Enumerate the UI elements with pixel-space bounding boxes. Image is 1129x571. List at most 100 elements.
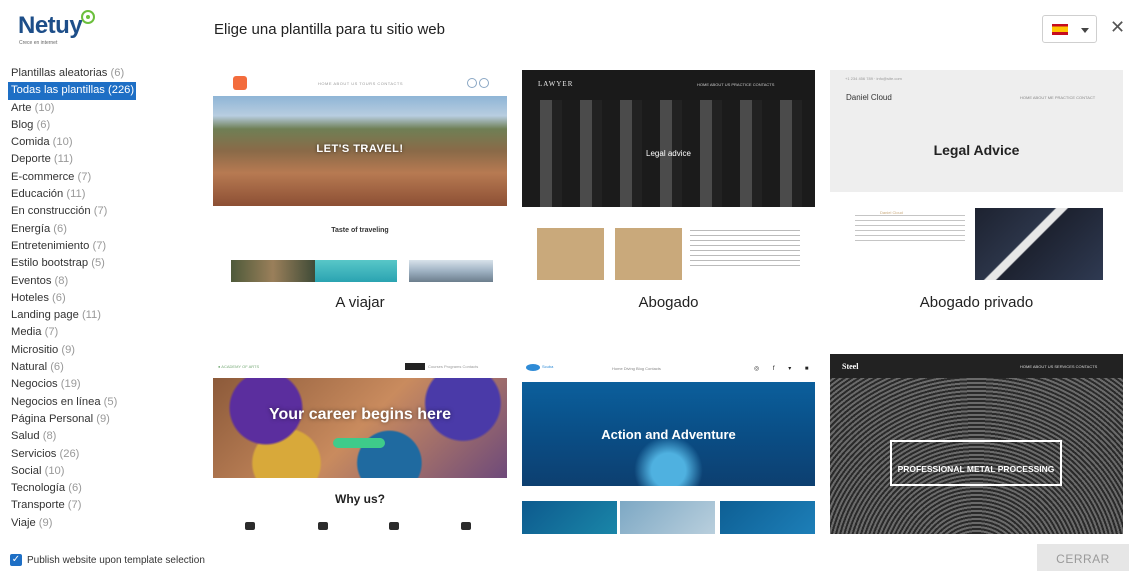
template-name[interactable]: Abogado privado (830, 294, 1123, 311)
category-list: Plantillas aleatorias (6) Todas las plant… (8, 65, 198, 532)
template-card-travel[interactable]: HOME ABOUT US TOURS CONTACTS LET'S TRAVE… (213, 70, 507, 284)
category-label: E-commerce (11, 170, 75, 183)
template-nav-links: Courses Programs Contacts (428, 364, 479, 369)
category-label: Eventos (11, 274, 52, 287)
category-item[interactable]: Todas las plantillas (226) (8, 82, 136, 100)
category-item[interactable]: Blog (6) (8, 117, 198, 134)
category-label: Entretenimiento (11, 239, 90, 252)
category-count: (5) (91, 257, 105, 270)
category-label: Salud (11, 430, 40, 443)
dialog-title: Elige una plantilla para tu sitio web (214, 21, 445, 38)
template-brand: Daniel Cloud (846, 93, 892, 102)
category-count: (7) (67, 499, 82, 512)
category-item[interactable]: Micrositio (9) (8, 342, 198, 359)
category-label: Media (11, 326, 42, 339)
category-count: (5) (103, 395, 118, 408)
category-label: En construcción (11, 205, 91, 218)
category-item[interactable]: Viaje (9) (8, 515, 198, 532)
category-item[interactable]: Arte (10) (8, 100, 198, 117)
category-item[interactable]: Comida (10) (8, 134, 198, 151)
category-count: (6) (36, 118, 51, 131)
template-nav-active (405, 363, 425, 370)
category-item[interactable]: Página Personal (9) (8, 411, 198, 428)
category-item[interactable]: Eventos (8) (8, 273, 198, 290)
category-item[interactable]: Social (10) (8, 463, 198, 480)
feature-icon (245, 522, 255, 530)
category-item[interactable]: Servicios (26) (8, 446, 198, 463)
template-subtitle: Taste of traveling (331, 227, 389, 234)
publish-label: Publish website upon template selection (27, 554, 205, 566)
netuy-logo: Netuy Crece en internet (18, 10, 108, 50)
category-count: (9) (38, 516, 53, 529)
category-label: Página Personal (11, 412, 94, 425)
category-count: (11) (66, 188, 86, 201)
template-name[interactable]: A viajar (213, 294, 507, 311)
category-item[interactable]: Deporte (11) (8, 151, 198, 168)
template-brand: Steel (842, 362, 859, 371)
close-icon[interactable]: ✕ (1110, 18, 1125, 36)
template-photo (231, 260, 315, 282)
category-count: (10) (52, 136, 73, 149)
close-button[interactable]: CERRAR (1037, 544, 1129, 571)
logo-tagline: Crece en internet (19, 40, 58, 46)
category-item[interactable]: Negocios (19) (8, 376, 198, 393)
category-label: Negocios (11, 378, 58, 391)
template-hero-title: Legal Advice (933, 142, 1020, 158)
template-nav: ● ACADEMY OF ARTS Courses Programs Conta… (213, 356, 507, 378)
template-card-steel[interactable]: Steel HOME ABOUT US SERVICES CONTACTS PR… (830, 354, 1123, 534)
category-item[interactable]: Energía (6) (8, 221, 198, 238)
category-item[interactable]: Plantillas aleatorias (6) (8, 65, 198, 82)
template-hero-title: LET'S TRAVEL! (316, 143, 404, 155)
template-card-adventure[interactable]: Scuba Home Diving Blog Contacts ◎ f ▾ ■ … (522, 356, 815, 534)
publish-option[interactable]: ✓ Publish website upon template selectio… (10, 554, 205, 566)
category-item[interactable]: Landing page (11) (8, 307, 198, 324)
category-item[interactable]: Estilo bootstrap (5) (8, 255, 198, 272)
category-label: Comida (11, 136, 50, 149)
template-photo (620, 501, 715, 534)
category-label: Viaje (11, 516, 36, 529)
template-name[interactable]: Abogado (522, 294, 815, 311)
category-item[interactable]: En construcción (7) (8, 203, 198, 220)
category-label: Social (11, 464, 42, 477)
template-hero-image (522, 70, 815, 207)
category-item[interactable]: Media (7) (8, 324, 198, 341)
category-count: (226) (108, 84, 135, 97)
template-nav-links: HOME ABOUT US PRACTICE CONTACTS (697, 82, 775, 87)
category-count: (9) (96, 412, 110, 425)
category-count: (8) (54, 274, 69, 287)
category-item[interactable]: Negocios en línea (5) (8, 394, 198, 411)
logo-badge-icon (81, 10, 95, 24)
template-hero-title: PROFESSIONAL METAL PROCESSING (897, 464, 1055, 474)
category-item[interactable]: E-commerce (7) (8, 169, 198, 186)
template-nav: HOME ABOUT US TOURS CONTACTS (213, 70, 507, 96)
template-card-private-lawyer[interactable]: +1 234 456 789 · info@site.com Daniel Cl… (830, 70, 1123, 284)
template-text-block (855, 215, 965, 245)
template-card-lawyer[interactable]: LAWYER HOME ABOUT US PRACTICE CONTACTS L… (522, 70, 815, 284)
category-item[interactable]: Educación (11) (8, 186, 198, 203)
category-label: Natural (11, 361, 48, 374)
category-item[interactable]: Salud (8) (8, 428, 198, 445)
feature-icon (318, 522, 328, 530)
template-photo (975, 208, 1103, 280)
template-topbar: +1 234 456 789 · info@site.com (845, 76, 902, 81)
checkbox-checked-icon[interactable]: ✓ (10, 554, 22, 566)
category-item[interactable]: Transporte (7) (8, 497, 198, 514)
category-label: Deporte (11, 153, 51, 166)
category-item[interactable]: Natural (6) (8, 359, 198, 376)
category-label: Landing page (11, 309, 79, 322)
category-count: (26) (59, 447, 80, 460)
category-count: (10) (44, 464, 65, 477)
dialog-header: Netuy Crece en internet Elige una planti… (0, 0, 1129, 62)
category-label: Arte (11, 101, 32, 114)
language-select[interactable] (1042, 15, 1097, 43)
category-item[interactable]: Hoteles (6) (8, 290, 198, 307)
category-count: (8) (42, 430, 57, 443)
template-hero-frame (890, 440, 1062, 486)
template-logo: ● ACADEMY OF ARTS (218, 364, 260, 369)
category-count: (9) (61, 343, 76, 356)
template-text-block (690, 230, 800, 270)
category-item[interactable]: Tecnología (6) (8, 480, 198, 497)
template-card-career[interactable]: ● ACADEMY OF ARTS Courses Programs Conta… (213, 356, 507, 534)
template-hero-title: Action and Adventure (601, 427, 736, 442)
category-item[interactable]: Entretenimiento (7) (8, 238, 198, 255)
